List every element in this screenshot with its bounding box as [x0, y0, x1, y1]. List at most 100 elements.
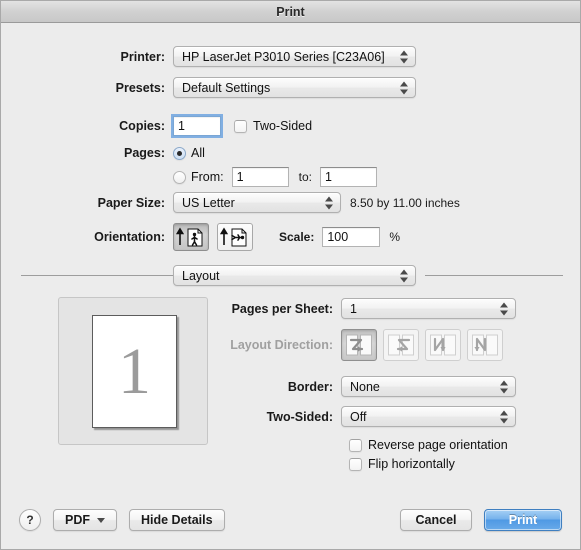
pages-from-label: From: — [191, 170, 224, 184]
orientation-label: Orientation: — [94, 230, 165, 244]
printer-select[interactable]: HP LaserJet P3010 Series [C23A06] — [173, 46, 416, 67]
border-select[interactable]: None — [341, 376, 516, 397]
border-row: Border: None — [226, 376, 516, 397]
pages-row-all: Pages: All — [43, 146, 205, 160]
two-sided-checkbox[interactable]: Two-Sided — [234, 119, 312, 133]
layout-direction-option-1[interactable] — [383, 329, 419, 361]
pdf-button[interactable]: PDF — [53, 509, 117, 531]
down-then-across-reverse-icon — [388, 334, 414, 356]
window-title: Print — [276, 4, 305, 19]
across-then-down-reverse-icon — [472, 334, 498, 356]
printer-label: Printer: — [120, 49, 165, 64]
layout-direction-option-0[interactable] — [341, 329, 377, 361]
print-dialog: Print Printer: HP LaserJet P3010 Series … — [0, 0, 581, 550]
orientation-landscape-button[interactable] — [217, 223, 253, 251]
pages-from-input[interactable]: 1 — [231, 167, 289, 187]
scale-label: Scale: — [279, 230, 315, 244]
layout-direction-option-3[interactable] — [467, 329, 503, 361]
cancel-button[interactable]: Cancel — [400, 509, 472, 531]
scale-unit-label: % — [389, 230, 401, 244]
reverse-page-orientation-label: Reverse page orientation — [368, 438, 508, 452]
pages-all-radio[interactable]: All — [173, 146, 205, 160]
pages-to-input-value: 1 — [324, 170, 332, 184]
cancel-button-label: Cancel — [415, 513, 457, 527]
paper-dimensions-text: 8.50 by 11.00 inches — [350, 195, 460, 210]
presets-select[interactable]: Default Settings — [173, 77, 416, 98]
hide-details-button[interactable]: Hide Details — [129, 509, 225, 531]
presets-label: Presets: — [115, 80, 165, 95]
border-select-value: None — [350, 379, 380, 394]
print-button[interactable]: Print — [484, 509, 562, 531]
reverse-page-orientation-row: Reverse page orientation — [349, 438, 508, 452]
layout-direction-row: Layout Direction: — [226, 329, 503, 361]
border-label: Border: — [287, 379, 333, 394]
radio-unselected-icon — [173, 170, 186, 184]
flip-horizontally-label: Flip horizontally — [368, 457, 455, 471]
pages-range-radio[interactable]: From: — [173, 170, 224, 184]
chevron-updown-icon — [325, 195, 334, 210]
footer-right: Cancel Print — [400, 509, 562, 531]
separator-right — [425, 275, 563, 276]
paper-size-select[interactable]: US Letter — [173, 192, 341, 213]
flip-horizontally-checkbox[interactable]: Flip horizontally — [349, 457, 455, 471]
preview-page-number: 1 — [118, 334, 151, 408]
two-sided-row: Two-Sided: Off — [226, 406, 516, 427]
chevron-updown-icon — [500, 379, 509, 394]
separator-left — [21, 275, 173, 276]
chevron-updown-icon — [400, 268, 409, 283]
pages-all-label: All — [191, 146, 205, 160]
pane-select[interactable]: Layout — [173, 265, 416, 286]
down-then-across-icon — [430, 334, 456, 356]
pane-selector-row: Layout — [173, 265, 416, 286]
scale-input-value: 100 — [327, 230, 349, 244]
pages-to-input[interactable]: 1 — [319, 167, 377, 187]
two-sided-select[interactable]: Off — [341, 406, 516, 427]
pages-per-sheet-select[interactable]: 1 — [341, 298, 516, 319]
portrait-icon — [176, 227, 203, 247]
pages-per-sheet-row: Pages per Sheet: 1 — [226, 298, 516, 319]
copies-input-value: 1 — [178, 119, 185, 133]
reverse-page-orientation-checkbox[interactable]: Reverse page orientation — [349, 438, 508, 452]
checkbox-box-icon — [234, 119, 247, 133]
paper-size-select-value: US Letter — [182, 195, 235, 210]
flip-horizontally-row: Flip horizontally — [349, 457, 455, 471]
two-sided-checkbox-label: Two-Sided — [253, 119, 313, 133]
across-then-down-icon — [346, 334, 372, 356]
radio-selected-icon — [173, 146, 186, 160]
copies-label: Copies: — [119, 119, 165, 133]
chevron-updown-icon — [400, 80, 409, 95]
paper-size-row: Paper Size: US Letter 8.50 by 11.00 inch… — [43, 192, 460, 213]
pane-select-value: Layout — [182, 268, 220, 283]
two-sided-label: Two-Sided: — [266, 409, 333, 424]
layout-direction-label: Layout Direction: — [230, 338, 333, 352]
footer-left: ? PDF Hide Details — [19, 509, 225, 531]
checkbox-box-icon — [349, 438, 362, 452]
pages-per-sheet-select-value: 1 — [350, 301, 357, 316]
hide-details-button-label: Hide Details — [141, 513, 213, 527]
pdf-button-label: PDF — [65, 513, 90, 527]
titlebar: Print — [1, 1, 580, 23]
layout-direction-option-2[interactable] — [425, 329, 461, 361]
preview-page: 1 — [92, 315, 177, 428]
printer-row: Printer: HP LaserJet P3010 Series [C23A0… — [43, 46, 416, 67]
orientation-portrait-button[interactable] — [173, 223, 209, 251]
print-preview: 1 — [58, 297, 208, 445]
two-sided-select-value: Off — [350, 409, 367, 424]
orientation-row: Orientation: Scale: 100 % — [43, 223, 400, 251]
pages-per-sheet-label: Pages per Sheet: — [231, 301, 333, 316]
pages-to-label: to: — [298, 170, 312, 184]
checkbox-box-icon — [349, 457, 362, 471]
scale-input[interactable]: 100 — [322, 227, 381, 247]
pages-row-range: From: 1 to: 1 — [43, 167, 377, 187]
printer-select-value: HP LaserJet P3010 Series [C23A06] — [182, 49, 385, 64]
landscape-icon — [220, 227, 247, 247]
pages-label: Pages: — [124, 146, 165, 160]
copies-row: Copies: 1 Two-Sided — [43, 114, 312, 138]
presets-row: Presets: Default Settings — [43, 77, 416, 98]
paper-size-label: Paper Size: — [97, 195, 165, 210]
copies-input[interactable]: 1 — [171, 114, 223, 138]
chevron-updown-icon — [500, 409, 509, 424]
pages-from-input-value: 1 — [236, 170, 244, 184]
chevron-updown-icon — [400, 49, 409, 64]
help-button[interactable]: ? — [19, 509, 41, 531]
